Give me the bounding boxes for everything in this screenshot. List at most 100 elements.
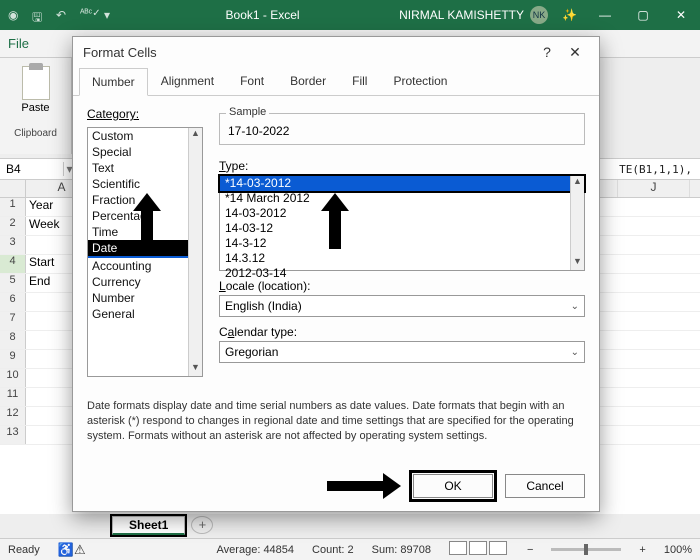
chevron-down-icon[interactable]: ⌄ <box>571 301 579 312</box>
type-item[interactable]: *14 March 2012 <box>220 191 584 206</box>
qat-dropdown-icon[interactable]: ▾ <box>104 8 118 22</box>
row-header[interactable]: 13 <box>0 426 26 444</box>
tab-number[interactable]: Number <box>79 68 148 96</box>
locale-label: Locale (location): <box>219 279 310 293</box>
user-avatar[interactable]: NK <box>530 6 548 24</box>
type-item[interactable]: 14-3-12 <box>220 236 584 251</box>
sample-label: Sample <box>226 106 269 118</box>
annotation-arrow-type <box>321 193 349 249</box>
excel-titlebar: ◉ 🖫 ↶ ᴬᴮᶜ✓ ▾ Book1 - Excel NIRMAL KAMISH… <box>0 0 700 30</box>
annotation-arrow-ok <box>327 473 401 499</box>
format-description: Date formats display date and time seria… <box>87 399 585 444</box>
type-item[interactable]: 14-03-12 <box>220 221 584 236</box>
zoom-in-button[interactable]: + <box>639 544 645 556</box>
formula-fragment[interactable]: TE(B1,1,1), <box>619 163 700 176</box>
new-sheet-button[interactable]: + <box>191 516 213 534</box>
dialog-close-button[interactable]: ✕ <box>561 44 589 61</box>
row-header[interactable]: 8 <box>0 331 26 349</box>
save-icon[interactable]: 🖫 <box>32 8 46 22</box>
category-item[interactable]: Accounting <box>88 258 202 274</box>
acc-icon[interactable]: ♿⚠ <box>58 542 86 558</box>
account-area[interactable]: NIRMAL KAMISHETTY NK <box>399 6 552 24</box>
zoom-level[interactable]: 100% <box>664 544 692 556</box>
row-header[interactable]: 5 <box>0 274 26 292</box>
col-header[interactable]: J <box>618 180 690 197</box>
dialog-help-button[interactable]: ? <box>533 44 561 60</box>
category-item[interactable]: Scientific <box>88 176 202 192</box>
clipboard-group-caption: Clipboard <box>14 128 57 139</box>
select-all-triangle[interactable] <box>0 180 26 197</box>
category-item[interactable]: Custom <box>88 128 202 144</box>
doc-title: Book1 - Excel <box>226 8 300 22</box>
qat: ◉ 🖫 ↶ ᴬᴮᶜ✓ ▾ <box>0 8 126 22</box>
row-header[interactable]: 4 <box>0 255 26 273</box>
file-tab[interactable]: File <box>8 36 29 51</box>
category-item[interactable]: Special <box>88 144 202 160</box>
type-item[interactable]: 14.3.12 <box>220 251 584 266</box>
undo-icon[interactable]: ↶ <box>56 8 70 22</box>
row-header[interactable]: 10 <box>0 369 26 387</box>
tab-protection[interactable]: Protection <box>380 67 460 95</box>
cancel-button[interactable]: Cancel <box>505 474 585 498</box>
calendar-combobox[interactable]: Gregorian ⌄ <box>219 341 585 363</box>
scroll-down-icon[interactable]: ▼ <box>571 256 584 270</box>
sheet-tab-strip: Sheet1 + <box>112 514 213 536</box>
row-header[interactable]: 6 <box>0 293 26 311</box>
type-scrollbar[interactable]: ▲ ▼ <box>570 176 584 270</box>
autosave-icon[interactable]: ◉ <box>8 8 22 22</box>
status-state: Ready <box>8 544 40 556</box>
close-button[interactable]: ✕ <box>662 0 700 30</box>
maximize-button[interactable]: ▢ <box>624 0 662 30</box>
locale-value: English (India) <box>225 299 302 313</box>
clipboard-group: Paste Clipboard <box>0 58 72 154</box>
name-box[interactable]: B4 <box>0 162 64 176</box>
category-listbox[interactable]: CustomSpecialTextScientificFractionPerce… <box>87 127 203 377</box>
dialog-title: Format Cells <box>83 45 157 60</box>
row-header[interactable]: 9 <box>0 350 26 368</box>
zoom-slider[interactable] <box>551 548 621 551</box>
magic-icon[interactable]: ✨ <box>562 8 576 22</box>
category-scrollbar[interactable]: ▲ ▼ <box>188 128 202 376</box>
annotation-arrow-category <box>133 193 161 249</box>
tab-border[interactable]: Border <box>277 67 339 95</box>
sheet-tab-active[interactable]: Sheet1 <box>112 516 185 535</box>
locale-combobox[interactable]: English (India) ⌄ <box>219 295 585 317</box>
row-header[interactable]: 3 <box>0 236 26 254</box>
row-header[interactable]: 11 <box>0 388 26 406</box>
tab-font[interactable]: Font <box>227 67 277 95</box>
paste-label[interactable]: Paste <box>21 102 49 114</box>
status-bar: Ready ♿⚠ Average: 44854 Count: 2 Sum: 89… <box>0 538 700 560</box>
spellcheck-icon[interactable]: ᴬᴮᶜ✓ <box>80 8 94 22</box>
calendar-value: Gregorian <box>225 345 278 359</box>
dialog-tabstrip: Number Alignment Font Border Fill Protec… <box>73 67 599 96</box>
view-buttons[interactable] <box>449 541 509 558</box>
ok-button[interactable]: OK <box>413 474 493 498</box>
category-item[interactable]: Text <box>88 160 202 176</box>
chevron-down-icon[interactable]: ⌄ <box>571 347 579 358</box>
row-header[interactable]: 1 <box>0 198 26 216</box>
zoom-out-button[interactable]: − <box>527 544 533 556</box>
sample-groupbox: Sample 17-10-2022 <box>219 113 585 145</box>
scroll-up-icon[interactable]: ▲ <box>571 176 584 190</box>
type-item[interactable]: 14-03-2012 <box>220 206 584 221</box>
status-sum: Sum: 89708 <box>372 544 431 556</box>
row-header[interactable]: 2 <box>0 217 26 235</box>
status-count: Count: 2 <box>312 544 354 556</box>
dialog-titlebar: Format Cells ? ✕ <box>73 37 599 67</box>
type-item[interactable]: *14-03-2012 <box>220 176 584 191</box>
paste-icon[interactable] <box>22 66 50 100</box>
category-item[interactable]: Number <box>88 290 202 306</box>
tab-alignment[interactable]: Alignment <box>148 67 227 95</box>
minimize-button[interactable]: — <box>586 0 624 30</box>
window-controls: — ▢ ✕ <box>586 0 700 30</box>
row-header[interactable]: 12 <box>0 407 26 425</box>
category-item[interactable]: Currency <box>88 274 202 290</box>
scroll-up-icon[interactable]: ▲ <box>189 128 202 142</box>
user-name: NIRMAL KAMISHETTY <box>399 8 524 22</box>
category-item[interactable]: General <box>88 306 202 322</box>
scroll-down-icon[interactable]: ▼ <box>189 362 202 376</box>
status-average: Average: 44854 <box>217 544 294 556</box>
row-header[interactable]: 7 <box>0 312 26 330</box>
tab-fill[interactable]: Fill <box>339 67 380 95</box>
type-listbox[interactable]: *14-03-2012*14 March 201214-03-201214-03… <box>219 175 585 271</box>
